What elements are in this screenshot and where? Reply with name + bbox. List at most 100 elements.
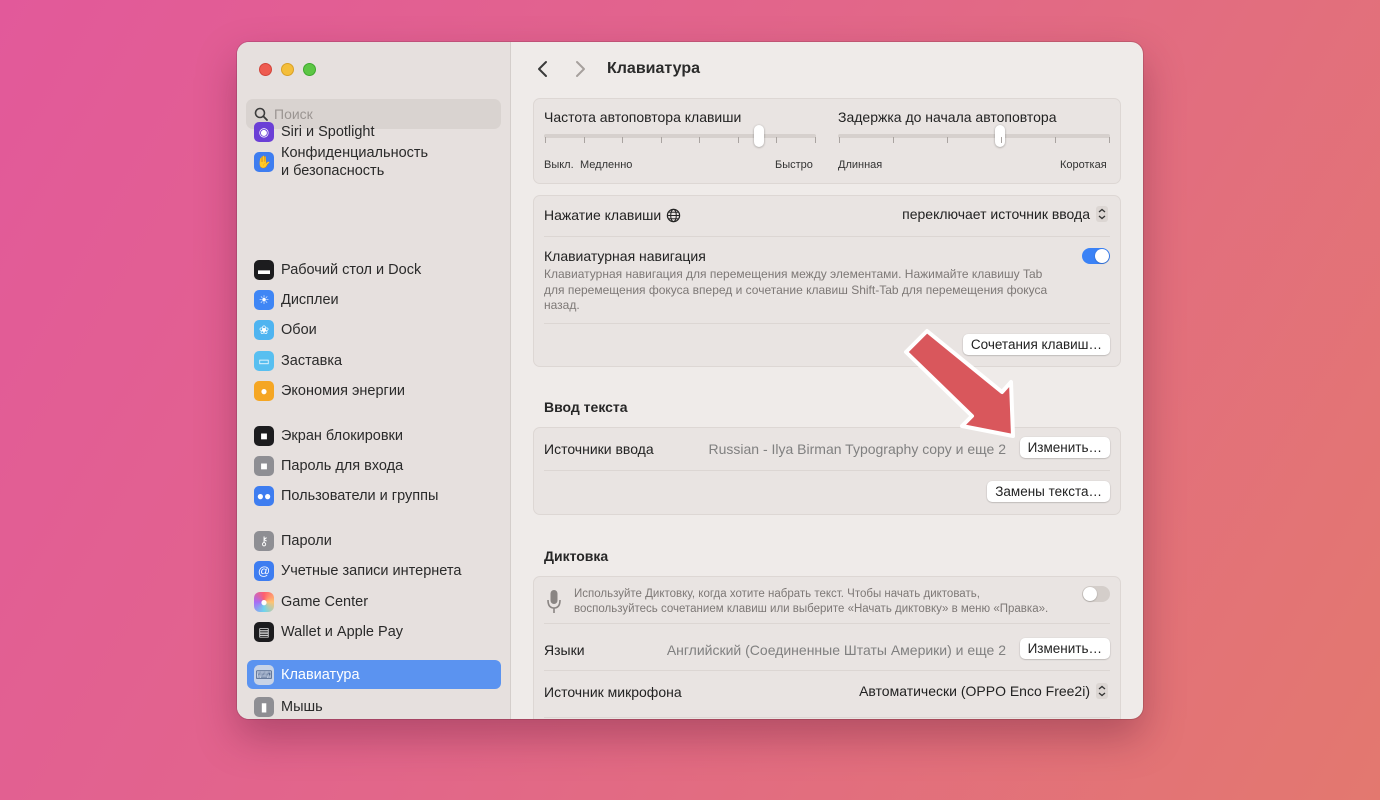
sidebar: ◉ Siri и Spotlight ✋ Конфиденциальность и б… [237, 42, 511, 719]
toggle-knob [1083, 587, 1097, 601]
screensaver-icon: ▭ [254, 350, 274, 371]
repeat-delay-long-label: Длинная [838, 159, 883, 171]
dictation-languages-value: Английский (Соединенные Штаты Америки) и… [666, 642, 1006, 658]
sidebar-item-label: Рабочий стол и Dock [281, 261, 422, 278]
sidebar-item-label: Siri и Spotlight [281, 123, 375, 140]
microphone-source-popup[interactable]: Автоматически (OPPO Enco Free2i) [859, 683, 1108, 699]
sidebar-item[interactable]: ■ Экран блокировки [247, 421, 501, 450]
sidebar-item-label: Wallet и Apple Pay [281, 623, 404, 640]
keyboard-navigation-label: Клавиатурная навигация [544, 248, 706, 264]
sidebar-item-label: Пользователи и группы [281, 487, 439, 504]
slider-tick [699, 137, 701, 143]
divider [544, 717, 1110, 718]
key-icon: ⚷ [254, 530, 274, 551]
divider [544, 323, 1110, 324]
globe-icon [667, 208, 681, 222]
updown-chevron-icon [1096, 206, 1108, 222]
dictation-section-title: Диктовка [544, 548, 609, 564]
repeat-delay-short-label: Короткая [1060, 159, 1107, 171]
keypress-popup[interactable]: переключает источник ввода [902, 206, 1108, 222]
sidebar-item[interactable]: ⌨ Клавиатура [247, 660, 501, 689]
microphone-icon [547, 590, 561, 613]
hand-icon: ✋ [254, 152, 274, 172]
gamecenter-icon: ● [254, 591, 274, 612]
repeat-delay-title: Задержка до начала автоповтора [838, 109, 1057, 125]
slider-tick [545, 137, 546, 143]
sidebar-item-label: Пароли [281, 532, 332, 549]
microphone-source-label: Источник микрофона [544, 684, 682, 700]
keypress-value: переключает источник ввода [902, 206, 1090, 222]
users-icon: ●● [254, 485, 274, 506]
sidebar-item-label: Мышь [281, 698, 323, 715]
minimize-button[interactable] [281, 63, 294, 76]
toggle-knob [1095, 249, 1109, 263]
keyboard-options-card: Нажатие клавиши переключает источник вво… [533, 195, 1121, 367]
microphone-source-value: Автоматически (OPPO Enco Free2i) [859, 683, 1090, 699]
repeat-rate-track[interactable] [544, 134, 816, 138]
keyboard-navigation-toggle[interactable] [1082, 248, 1110, 264]
keypress-row-label: Нажатие клавиши [544, 207, 681, 223]
divider [544, 623, 1110, 624]
text-input-card: Источники ввода Russian - Ilya Birman Ty… [533, 427, 1121, 515]
forward-chevron-icon[interactable] [569, 58, 591, 80]
mouse-icon: ▮ [254, 696, 274, 717]
sidebar-item-label: Дисплеи [281, 291, 339, 308]
at-icon: @ [254, 560, 274, 581]
dictation-languages-edit-button[interactable]: Изменить… [1019, 638, 1110, 659]
updown-chevron-icon [1096, 683, 1108, 699]
wallet-icon: ▤ [254, 621, 274, 642]
sidebar-item-label: Пароль для входа [281, 457, 404, 474]
keyboard-shortcuts-button[interactable]: Сочетания клавиш… [962, 334, 1110, 355]
sun-icon: ☀ [254, 289, 274, 310]
sidebar-item-label: Учетные записи интернета [281, 562, 462, 579]
text-input-section-title: Ввод текста [544, 399, 628, 415]
sidebar-item-label: Обои [281, 321, 317, 338]
dictation-toggle[interactable] [1082, 586, 1110, 602]
text-replacements-button[interactable]: Замены текста… [987, 481, 1110, 502]
input-sources-value: Russian - Ilya Birman Typography copy и … [708, 441, 1006, 457]
input-sources-label: Источники ввода [544, 441, 654, 457]
sidebar-item-label: Клавиатура [281, 666, 360, 683]
sidebar-item[interactable]: ● Game Center [247, 587, 501, 616]
sidebar-item[interactable]: @ Учетные записи интернета [247, 556, 501, 585]
slider-tick [1001, 137, 1002, 143]
repeat-rate-slow-label: Медленно [580, 159, 633, 171]
sidebar-item[interactable]: ●● Пользователи и группы [247, 481, 501, 510]
dictation-description: Используйте Диктовку, когда хотите набра… [574, 588, 1049, 615]
main-pane: Клавиатура Частота автоповтора клавиши В… [511, 42, 1143, 719]
slider-tick [737, 137, 739, 143]
page-title: Клавиатура [607, 60, 700, 77]
settings-window: ◉ Siri и Spotlight ✋ Конфиденциальность и б… [237, 42, 1143, 719]
slider-tick [893, 137, 894, 143]
dock-icon: ▬ [254, 259, 274, 280]
zoom-button[interactable] [303, 63, 316, 76]
back-chevron-icon[interactable] [532, 58, 554, 80]
sidebar-item[interactable]: ▤ Wallet и Apple Pay [247, 617, 501, 646]
sidebar-item[interactable]: ● Экономия энергии [247, 376, 501, 405]
divider [544, 236, 1110, 237]
repeat-delay-knob[interactable] [995, 125, 1006, 147]
repeat-rate-knob[interactable] [753, 125, 764, 147]
slider-tick [776, 137, 778, 143]
repeat-delay-track[interactable] [838, 134, 1110, 138]
repeat-rate-fast-label: Быстро [775, 159, 813, 171]
flower-icon: ❀ [254, 319, 274, 340]
sidebar-item[interactable]: ✋ Конфиденциальность и безопасность [247, 142, 501, 182]
sidebar-item[interactable]: ❀ Обои [247, 315, 501, 344]
repeat-rate-off-label: Выкл. [544, 159, 574, 171]
sidebar-item[interactable]: ⚷ Пароли [247, 526, 501, 555]
slider-tick [1109, 137, 1110, 143]
sidebar-item[interactable]: ▭ Заставка [247, 346, 501, 375]
sidebar-item-label: Конфиденциальность и безопасность [281, 145, 429, 179]
sidebar-item[interactable]: ■ Пароль для входа [247, 451, 501, 480]
siri-icon: ◉ [254, 121, 274, 142]
slider-tick [583, 137, 585, 143]
close-button[interactable] [259, 63, 272, 76]
sidebar-item-label: Game Center [281, 593, 369, 610]
bulb-icon: ● [254, 380, 274, 401]
sidebar-item[interactable]: ▮ Мышь [247, 692, 501, 719]
sidebar-item[interactable]: ▬ Рабочий стол и Dock [247, 255, 501, 284]
sidebar-item[interactable]: ☀ Дисплеи [247, 285, 501, 314]
slider-tick [839, 137, 840, 143]
input-sources-edit-button[interactable]: Изменить… [1019, 437, 1110, 458]
